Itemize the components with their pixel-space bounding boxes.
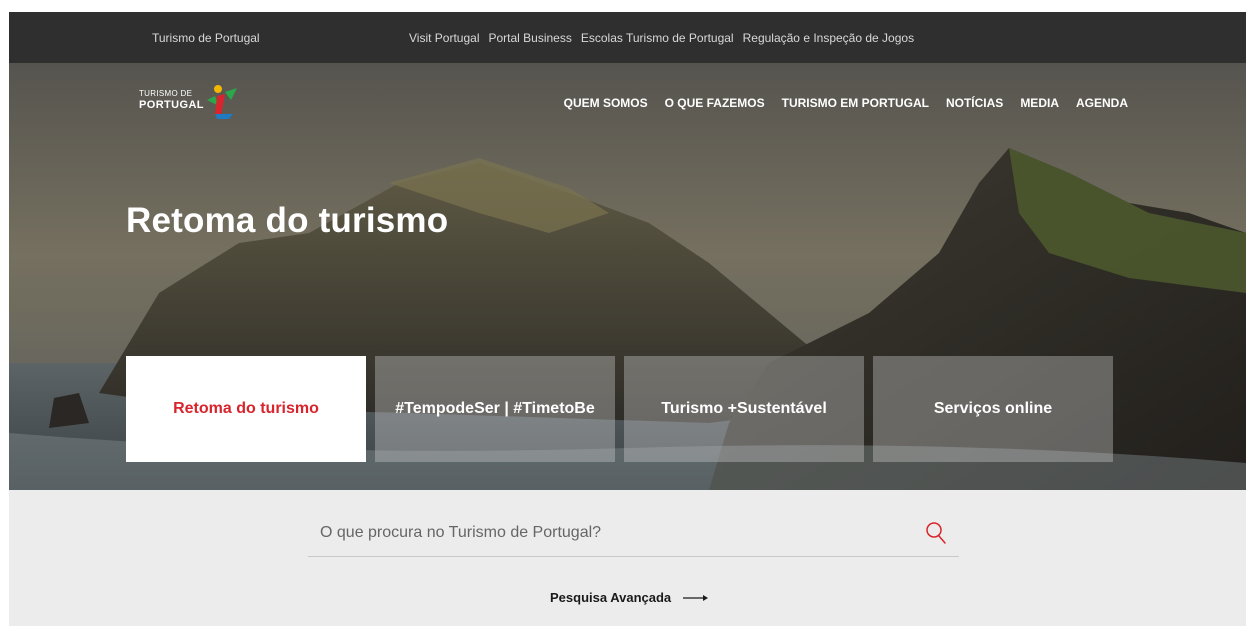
top-link-escolas[interactable]: Escolas Turismo de Portugal xyxy=(581,31,734,45)
tab-tempodeser[interactable]: #TempodeSer | #TimetoBe xyxy=(375,356,615,462)
tab-retoma-do-turismo[interactable]: Retoma do turismo xyxy=(126,356,366,462)
nav-agenda[interactable]: AGENDA xyxy=(1076,96,1128,110)
nav-turismo-em-portugal[interactable]: TURISMO EM PORTUGAL xyxy=(782,96,929,110)
top-link-portal-business[interactable]: Portal Business xyxy=(488,31,571,45)
hero-title: Retoma do turismo xyxy=(126,201,449,240)
nav-noticias[interactable]: NOTÍCIAS xyxy=(946,96,1003,110)
nav-media[interactable]: MEDIA xyxy=(1020,96,1059,110)
arrow-right-icon xyxy=(683,594,709,601)
top-brand-link[interactable]: Turismo de Portugal xyxy=(152,31,260,45)
hero-tabs: Retoma do turismo #TempodeSer | #TimetoB… xyxy=(126,356,1113,462)
nav-o-que-fazemos[interactable]: O QUE FAZEMOS xyxy=(665,96,765,110)
advanced-search-label: Pesquisa Avançada xyxy=(550,590,672,605)
turismo-portugal-logo[interactable]: TURISMO DE PORTUGAL xyxy=(139,84,249,124)
tab-turismo-sustentavel[interactable]: Turismo +Sustentável xyxy=(624,356,864,462)
page: Turismo de Portugal Visit Portugal Porta… xyxy=(9,12,1246,626)
search-icon[interactable] xyxy=(925,521,947,545)
tab-servicos-online[interactable]: Serviços online xyxy=(873,356,1113,462)
advanced-search-link[interactable]: Pesquisa Avançada xyxy=(550,590,709,605)
search-input[interactable] xyxy=(320,520,900,546)
top-link-visit-portugal[interactable]: Visit Portugal xyxy=(409,31,479,45)
nav-quem-somos[interactable]: QUEM SOMOS xyxy=(564,96,648,110)
main-nav: QUEM SOMOS O QUE FAZEMOS TURISMO EM PORT… xyxy=(564,96,1128,110)
hero-banner: TURISMO DE PORTUGAL QUEM SOMOS O QUE FAZ… xyxy=(9,63,1246,490)
logo-line-1: TURISMO DE xyxy=(139,89,193,98)
top-links: Visit Portugal Portal Business Escolas T… xyxy=(409,31,914,45)
search-bar xyxy=(308,511,959,557)
logo-mark-icon xyxy=(207,85,237,119)
top-link-regulacao[interactable]: Regulação e Inspeção de Jogos xyxy=(743,31,914,45)
logo-line-2: PORTUGAL xyxy=(139,99,204,111)
top-utility-bar: Turismo de Portugal Visit Portugal Porta… xyxy=(9,12,1246,63)
